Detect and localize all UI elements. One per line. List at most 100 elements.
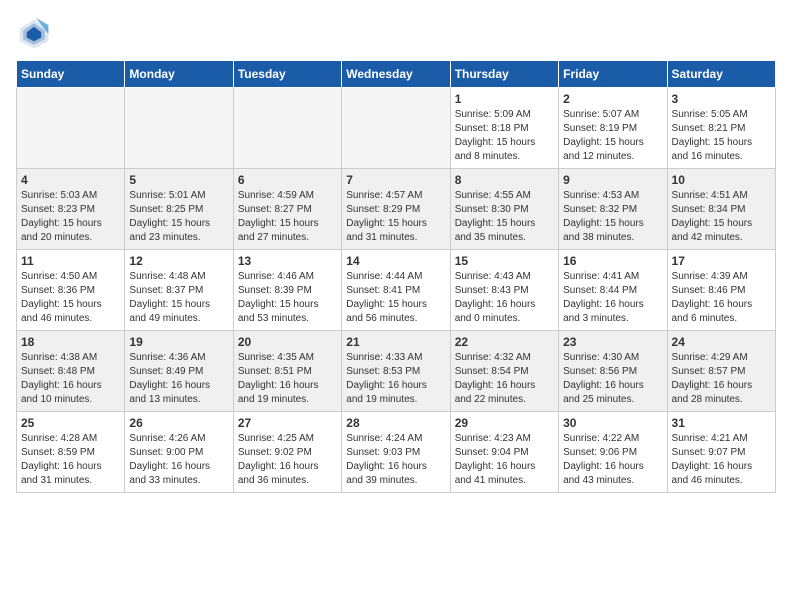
day-number: 6 bbox=[238, 173, 337, 187]
calendar-header-row: SundayMondayTuesdayWednesdayThursdayFrid… bbox=[17, 61, 776, 88]
day-info: Sunrise: 4:25 AM Sunset: 9:02 PM Dayligh… bbox=[238, 432, 337, 488]
calendar-cell: 25 Sunrise: 4:28 AM Sunset: 8:59 PM Dayli… bbox=[17, 412, 125, 493]
column-header-tuesday: Tuesday bbox=[233, 61, 341, 88]
column-header-monday: Monday bbox=[125, 61, 233, 88]
day-info: Sunrise: 4:21 AM Sunset: 9:07 PM Dayligh… bbox=[672, 432, 771, 488]
calendar-cell: 10 Sunrise: 4:51 AM Sunset: 8:34 PM Dayli… bbox=[667, 169, 775, 250]
calendar-cell: 14Sunrise: 4:44 AM Sunset: 8:41 PM Dayli… bbox=[342, 250, 450, 331]
day-info: Sunrise: 4:39 AM Sunset: 8:46 PM Dayligh… bbox=[672, 270, 771, 326]
calendar-cell: 9 Sunrise: 4:53 AM Sunset: 8:32 PM Daylig… bbox=[559, 169, 667, 250]
page-header bbox=[16, 16, 776, 52]
calendar-cell: 12 Sunrise: 4:48 AM Sunset: 8:37 PM Dayli… bbox=[125, 250, 233, 331]
day-number: 2 bbox=[563, 92, 662, 106]
calendar-week-row: 1 Sunrise: 5:09 AM Sunset: 8:18 PM Daylig… bbox=[17, 88, 776, 169]
day-number: 1 bbox=[455, 92, 554, 106]
day-info: Sunrise: 4:44 AM Sunset: 8:41 PM Dayligh… bbox=[346, 270, 445, 326]
day-number: 29 bbox=[455, 416, 554, 430]
calendar-cell: 19 Sunrise: 4:36 AM Sunset: 8:49 PM Dayli… bbox=[125, 331, 233, 412]
day-number: 8 bbox=[455, 173, 554, 187]
calendar-cell: 28Sunrise: 4:24 AM Sunset: 9:03 PM Dayli… bbox=[342, 412, 450, 493]
day-number: 19 bbox=[129, 335, 228, 349]
calendar-cell: 23 Sunrise: 4:30 AM Sunset: 8:56 PM Dayli… bbox=[559, 331, 667, 412]
day-number: 7 bbox=[346, 173, 445, 187]
day-number: 12 bbox=[129, 254, 228, 268]
calendar-cell: 29 Sunrise: 4:23 AM Sunset: 9:04 PM Dayli… bbox=[450, 412, 558, 493]
column-header-friday: Friday bbox=[559, 61, 667, 88]
calendar-week-row: 18 Sunrise: 4:38 AM Sunset: 8:48 PM Dayli… bbox=[17, 331, 776, 412]
day-info: Sunrise: 4:33 AM Sunset: 8:53 PM Dayligh… bbox=[346, 351, 445, 407]
calendar-cell: 6 Sunrise: 4:59 AM Sunset: 8:27 PM Daylig… bbox=[233, 169, 341, 250]
calendar-cell: 15 Sunrise: 4:43 AM Sunset: 8:43 PM Dayli… bbox=[450, 250, 558, 331]
day-info: Sunrise: 4:28 AM Sunset: 8:59 PM Dayligh… bbox=[21, 432, 120, 488]
day-info: Sunrise: 4:36 AM Sunset: 8:49 PM Dayligh… bbox=[129, 351, 228, 407]
day-info: Sunrise: 4:35 AM Sunset: 8:51 PM Dayligh… bbox=[238, 351, 337, 407]
logo-icon bbox=[16, 16, 52, 52]
calendar-cell: 17 Sunrise: 4:39 AM Sunset: 8:46 PM Dayli… bbox=[667, 250, 775, 331]
calendar-cell: 21Sunrise: 4:33 AM Sunset: 8:53 PM Dayli… bbox=[342, 331, 450, 412]
day-info: Sunrise: 4:43 AM Sunset: 8:43 PM Dayligh… bbox=[455, 270, 554, 326]
calendar-week-row: 4 Sunrise: 5:03 AM Sunset: 8:23 PM Daylig… bbox=[17, 169, 776, 250]
day-number: 24 bbox=[672, 335, 771, 349]
column-header-thursday: Thursday bbox=[450, 61, 558, 88]
calendar-cell bbox=[125, 88, 233, 169]
day-info: Sunrise: 4:38 AM Sunset: 8:48 PM Dayligh… bbox=[21, 351, 120, 407]
calendar-cell: 30 Sunrise: 4:22 AM Sunset: 9:06 PM Dayli… bbox=[559, 412, 667, 493]
day-number: 25 bbox=[21, 416, 120, 430]
day-number: 16 bbox=[563, 254, 662, 268]
calendar-cell: 18 Sunrise: 4:38 AM Sunset: 8:48 PM Dayli… bbox=[17, 331, 125, 412]
day-info: Sunrise: 4:23 AM Sunset: 9:04 PM Dayligh… bbox=[455, 432, 554, 488]
day-number: 9 bbox=[563, 173, 662, 187]
day-info: Sunrise: 4:53 AM Sunset: 8:32 PM Dayligh… bbox=[563, 189, 662, 245]
day-number: 15 bbox=[455, 254, 554, 268]
day-number: 23 bbox=[563, 335, 662, 349]
calendar-cell: 3 Sunrise: 5:05 AM Sunset: 8:21 PM Daylig… bbox=[667, 88, 775, 169]
day-number: 20 bbox=[238, 335, 337, 349]
day-info: Sunrise: 4:22 AM Sunset: 9:06 PM Dayligh… bbox=[563, 432, 662, 488]
day-number: 10 bbox=[672, 173, 771, 187]
day-number: 26 bbox=[129, 416, 228, 430]
day-info: Sunrise: 4:48 AM Sunset: 8:37 PM Dayligh… bbox=[129, 270, 228, 326]
calendar-cell: 7 Sunrise: 4:57 AM Sunset: 8:29 PM Daylig… bbox=[342, 169, 450, 250]
day-info: Sunrise: 4:59 AM Sunset: 8:27 PM Dayligh… bbox=[238, 189, 337, 245]
calendar-cell: 16Sunrise: 4:41 AM Sunset: 8:44 PM Dayli… bbox=[559, 250, 667, 331]
day-number: 4 bbox=[21, 173, 120, 187]
day-info: Sunrise: 4:57 AM Sunset: 8:29 PM Dayligh… bbox=[346, 189, 445, 245]
day-number: 31 bbox=[672, 416, 771, 430]
calendar-cell: 13Sunrise: 4:46 AM Sunset: 8:39 PM Dayli… bbox=[233, 250, 341, 331]
day-info: Sunrise: 5:05 AM Sunset: 8:21 PM Dayligh… bbox=[672, 108, 771, 164]
day-number: 27 bbox=[238, 416, 337, 430]
calendar-cell: 5 Sunrise: 5:01 AM Sunset: 8:25 PM Daylig… bbox=[125, 169, 233, 250]
calendar-cell: 8Sunrise: 4:55 AM Sunset: 8:30 PM Daylig… bbox=[450, 169, 558, 250]
day-info: Sunrise: 4:30 AM Sunset: 8:56 PM Dayligh… bbox=[563, 351, 662, 407]
day-info: Sunrise: 4:26 AM Sunset: 9:00 PM Dayligh… bbox=[129, 432, 228, 488]
day-info: Sunrise: 4:29 AM Sunset: 8:57 PM Dayligh… bbox=[672, 351, 771, 407]
day-info: Sunrise: 4:50 AM Sunset: 8:36 PM Dayligh… bbox=[21, 270, 120, 326]
day-info: Sunrise: 5:03 AM Sunset: 8:23 PM Dayligh… bbox=[21, 189, 120, 245]
day-number: 18 bbox=[21, 335, 120, 349]
calendar-cell: 20 Sunrise: 4:35 AM Sunset: 8:51 PM Dayli… bbox=[233, 331, 341, 412]
calendar-cell: 31 Sunrise: 4:21 AM Sunset: 9:07 PM Dayli… bbox=[667, 412, 775, 493]
calendar-cell: 27 Sunrise: 4:25 AM Sunset: 9:02 PM Dayli… bbox=[233, 412, 341, 493]
day-number: 5 bbox=[129, 173, 228, 187]
day-number: 28 bbox=[346, 416, 445, 430]
day-number: 22 bbox=[455, 335, 554, 349]
day-number: 13 bbox=[238, 254, 337, 268]
day-info: Sunrise: 4:51 AM Sunset: 8:34 PM Dayligh… bbox=[672, 189, 771, 245]
day-info: Sunrise: 5:07 AM Sunset: 8:19 PM Dayligh… bbox=[563, 108, 662, 164]
day-number: 3 bbox=[672, 92, 771, 106]
day-info: Sunrise: 5:09 AM Sunset: 8:18 PM Dayligh… bbox=[455, 108, 554, 164]
calendar-cell: 4 Sunrise: 5:03 AM Sunset: 8:23 PM Daylig… bbox=[17, 169, 125, 250]
column-header-wednesday: Wednesday bbox=[342, 61, 450, 88]
calendar-cell: 1 Sunrise: 5:09 AM Sunset: 8:18 PM Daylig… bbox=[450, 88, 558, 169]
column-header-sunday: Sunday bbox=[17, 61, 125, 88]
calendar-cell: 24 Sunrise: 4:29 AM Sunset: 8:57 PM Dayli… bbox=[667, 331, 775, 412]
day-number: 17 bbox=[672, 254, 771, 268]
calendar-cell: 22 Sunrise: 4:32 AM Sunset: 8:54 PM Dayli… bbox=[450, 331, 558, 412]
calendar-week-row: 25 Sunrise: 4:28 AM Sunset: 8:59 PM Dayli… bbox=[17, 412, 776, 493]
day-info: Sunrise: 5:01 AM Sunset: 8:25 PM Dayligh… bbox=[129, 189, 228, 245]
calendar-cell: 11Sunrise: 4:50 AM Sunset: 8:36 PM Dayli… bbox=[17, 250, 125, 331]
day-number: 30 bbox=[563, 416, 662, 430]
day-info: Sunrise: 4:32 AM Sunset: 8:54 PM Dayligh… bbox=[455, 351, 554, 407]
calendar-cell bbox=[17, 88, 125, 169]
column-header-saturday: Saturday bbox=[667, 61, 775, 88]
